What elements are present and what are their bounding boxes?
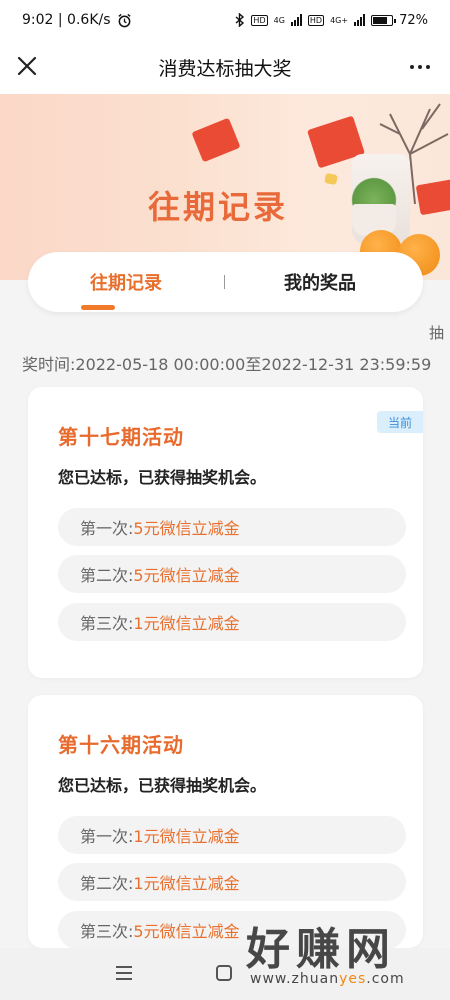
- watermark-text: 好赚网: [246, 924, 396, 975]
- watermark-url-part: .com: [366, 971, 405, 987]
- watermark-url-part: yes: [339, 971, 367, 987]
- status-right: HD 4G HD 4G+ 72%: [235, 13, 428, 28]
- campaign-title: 第十七期活动: [58, 425, 184, 449]
- red-envelope-decoration: [191, 117, 241, 163]
- tab-my-prizes[interactable]: 我的奖品: [240, 252, 400, 312]
- current-badge: 当前: [377, 411, 423, 433]
- status-bar: 9:02 | 0.6K/s HD 4G HD 4G+ 72%: [0, 0, 450, 40]
- draw-prize: 5元微信立减金: [133, 566, 240, 585]
- campaign-status: 您已达标，已获得抽奖机会。: [58, 776, 267, 795]
- draw-row: 第二次: 5元微信立减金: [58, 555, 406, 593]
- draw-prize: 5元微信立减金: [133, 922, 240, 941]
- draw-row: 第三次: 1元微信立减金: [58, 603, 406, 641]
- menu-icon[interactable]: [116, 966, 132, 980]
- tab-divider: [224, 275, 225, 289]
- draw-prize: 1元微信立减金: [133, 874, 240, 893]
- bluetooth-icon: [235, 13, 245, 27]
- more-options-icon[interactable]: [406, 54, 434, 80]
- title-bar: 消费达标抽大奖: [0, 40, 450, 94]
- signal-icon: [290, 14, 302, 26]
- signal-icon-2: [354, 14, 366, 26]
- home-icon[interactable]: [216, 965, 232, 981]
- campaign-card: 第十六期活动 您已达标，已获得抽奖机会。 第一次: 1元微信立减金 第二次: 1元微…: [28, 695, 423, 949]
- draw-label: 第一次:: [80, 827, 134, 846]
- campaign-status: 您已达标，已获得抽奖机会。: [58, 468, 267, 487]
- network-4g-label: 4G: [273, 15, 285, 25]
- campaign-title: 第十六期活动: [58, 733, 184, 757]
- draw-label: 第二次:: [80, 874, 134, 893]
- draw-row: 第一次: 1元微信立减金: [58, 816, 406, 854]
- banner-title: 往期记录: [148, 188, 289, 226]
- hd-icon: HD: [251, 14, 268, 26]
- draw-prize: 1元微信立减金: [133, 827, 240, 846]
- battery-percent: 72%: [399, 12, 428, 28]
- draw-row: 第二次: 1元微信立减金: [58, 863, 406, 901]
- side-text: 抽: [428, 324, 444, 342]
- draw-row: 第一次: 5元微信立减金: [58, 508, 406, 546]
- draw-prize: 5元微信立减金: [133, 519, 240, 538]
- status-time-speed: 9:02 | 0.6K/s: [22, 12, 111, 28]
- campaign-card: 当前 第十七期活动 您已达标，已获得抽奖机会。 第一次: 5元微信立减金 第二次:…: [28, 387, 423, 678]
- draw-label: 第三次:: [80, 922, 134, 941]
- draw-label: 第一次:: [80, 519, 134, 538]
- watermark: 好赚网 www.zhuanyes.com: [246, 913, 442, 993]
- draw-label: 第三次:: [80, 614, 134, 633]
- status-left: 9:02 | 0.6K/s: [22, 12, 132, 28]
- network-4gplus-label: 4G+: [330, 15, 349, 25]
- alarm-icon: [117, 13, 131, 27]
- hd-icon-2: HD: [307, 14, 325, 26]
- active-tab-indicator: [81, 305, 115, 310]
- draw-label: 第二次:: [80, 566, 134, 585]
- close-icon[interactable]: [14, 53, 40, 79]
- watermark-url: www.zhuanyes.com: [250, 971, 405, 987]
- tab-bar: 往期记录 我的奖品: [28, 252, 423, 312]
- page-title: 消费达标抽大奖: [158, 57, 292, 80]
- draw-time-range: 奖时间:2022-05-18 00:00:00至2022-12-31 23:59…: [22, 355, 432, 374]
- tab-past-records[interactable]: 往期记录: [46, 252, 206, 312]
- watermark-url-part: www.zhuan: [250, 971, 340, 987]
- draw-prize: 1元微信立减金: [133, 614, 240, 633]
- red-envelope-decoration: [324, 173, 338, 185]
- battery-icon: [371, 14, 397, 26]
